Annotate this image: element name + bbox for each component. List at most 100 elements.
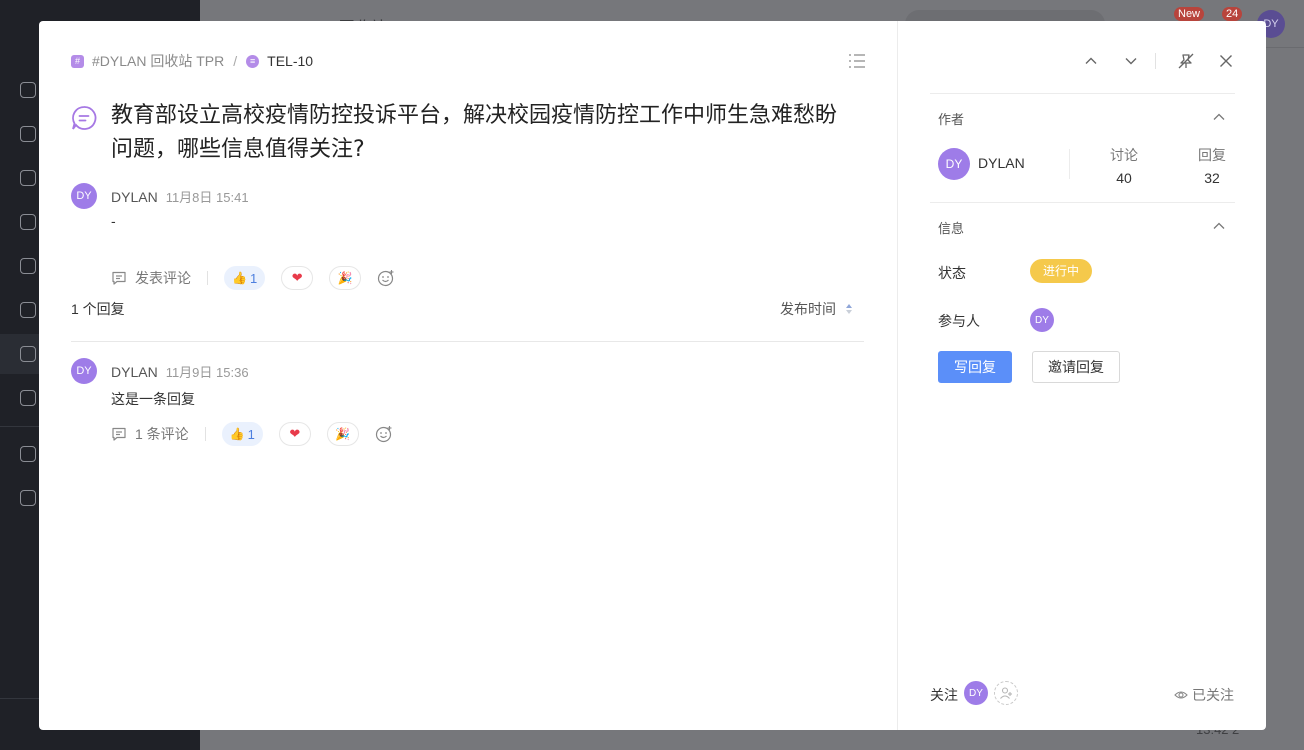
home-icon xyxy=(20,82,36,98)
toolbar-separator xyxy=(1155,53,1156,69)
heart-icon: ❤ xyxy=(291,270,303,285)
sort-arrows-icon xyxy=(846,304,852,314)
outline-list-icon[interactable] xyxy=(848,53,866,69)
close-button[interactable] xyxy=(1216,51,1236,71)
reply-label: 回复 xyxy=(1198,147,1226,163)
participant-avatar[interactable]: DY xyxy=(1030,308,1054,332)
discuss-label: 讨论 xyxy=(1110,147,1138,163)
chevron-up-icon[interactable] xyxy=(1212,219,1226,233)
reply-party-reaction[interactable]: 🎉 xyxy=(326,422,359,446)
book-icon xyxy=(20,258,36,274)
post-date: 11月8日 15:41 xyxy=(165,190,249,205)
background-new-badge: New xyxy=(1174,7,1205,21)
comment-icon xyxy=(112,271,126,285)
box-icon xyxy=(20,490,36,506)
post-heart-reaction[interactable]: ❤ xyxy=(281,266,314,290)
pin-icon xyxy=(1178,53,1194,69)
breadcrumb-separator: / xyxy=(233,53,238,69)
action-separator xyxy=(207,271,208,285)
lab-icon xyxy=(20,214,36,230)
post-meta: DYLAN 11月8日 15:41 xyxy=(111,187,249,206)
apps-icon xyxy=(20,126,36,142)
robot-icon xyxy=(20,390,36,406)
add-reaction-icon[interactable] xyxy=(375,425,393,443)
topic-content-pane: # #DYLAN 回收站 TPR / ≡ TEL-10 教育部设立高校疫情防控投… xyxy=(39,21,897,730)
reply-count: 1 个回复 xyxy=(71,301,125,317)
replies-header: 1 个回复 发布时间 xyxy=(71,299,864,319)
topic-title: 教育部设立高校疫情防控投诉平台，解决校园疫情防控工作中师生急难愁盼问题，哪些信息… xyxy=(111,103,838,162)
participants-label: 参与人 xyxy=(938,313,980,329)
reply-actions: 1 条评论 👍 1 ❤ 🎉 xyxy=(111,422,393,446)
reply-author: DYLAN xyxy=(111,364,158,380)
tasks-icon xyxy=(20,170,36,186)
avatar[interactable]: DY xyxy=(71,358,97,384)
reply-stat: 回复 32 xyxy=(1182,145,1242,186)
bag-icon xyxy=(20,302,36,318)
section-divider xyxy=(930,93,1235,94)
reply-comment-label: 1 条评论 xyxy=(135,426,189,442)
followed-toggle[interactable]: 已关注 xyxy=(1174,685,1234,705)
reply-heart-reaction[interactable]: ❤ xyxy=(278,422,311,446)
post-like-count: 1 xyxy=(249,270,258,286)
close-icon xyxy=(1220,55,1232,67)
tag-icon xyxy=(20,346,36,362)
status-label: 状态 xyxy=(938,265,966,281)
reply-comment-button[interactable]: 1 条评论 xyxy=(111,424,189,444)
post-body: - xyxy=(111,213,116,229)
add-reaction-icon[interactable] xyxy=(377,269,395,287)
party-popper-icon: 🎉 xyxy=(335,427,351,441)
stat-separator xyxy=(1069,149,1070,179)
next-topic-button[interactable] xyxy=(1121,51,1141,71)
discuss-count: 40 xyxy=(1116,170,1132,186)
chevron-up-icon[interactable] xyxy=(1212,110,1226,124)
background-count-badge: 24 xyxy=(1222,7,1243,21)
chevron-up-icon xyxy=(1085,57,1097,64)
topic-icon: ≡ xyxy=(246,54,260,68)
status-badge[interactable]: 进行中 xyxy=(1030,259,1093,283)
breadcrumb-current: TEL-10 xyxy=(267,53,314,69)
follow-label: 关注 xyxy=(930,687,958,703)
chevron-down-icon xyxy=(1125,58,1137,65)
post-comment-label: 发表评论 xyxy=(135,270,191,286)
author-avatar[interactable]: DY xyxy=(938,148,970,180)
party-popper-icon: 🎉 xyxy=(337,271,353,285)
topic-info-pane: 作者 DY DYLAN 讨论 40 回复 32 信息 状态 进行中 参与人 DY… xyxy=(897,21,1266,730)
info-section-title: 信息 xyxy=(938,221,965,236)
unpin-button[interactable] xyxy=(1176,51,1196,71)
post-like-reaction[interactable]: 👍 1 xyxy=(224,266,266,290)
follower-avatar[interactable]: DY xyxy=(964,681,988,705)
add-user-icon xyxy=(1000,687,1012,699)
section-divider xyxy=(930,202,1235,203)
add-follower-button[interactable] xyxy=(994,681,1018,705)
replies-divider xyxy=(71,341,864,342)
channel-icon: # xyxy=(71,54,84,68)
previous-topic-button[interactable] xyxy=(1081,51,1101,71)
reply-date: 11月9日 15:36 xyxy=(165,365,249,380)
discussion-icon xyxy=(72,106,97,130)
comment-icon xyxy=(112,427,126,441)
write-reply-button[interactable]: 写回复 xyxy=(938,351,1012,383)
followed-label: 已关注 xyxy=(1192,687,1234,703)
reply-like-count: 1 xyxy=(247,426,255,442)
sort-by-publish-time[interactable]: 发布时间 xyxy=(780,299,852,319)
invite-reply-button[interactable]: 邀请回复 xyxy=(1032,351,1120,383)
post-party-reaction[interactable]: 🎉 xyxy=(329,266,362,290)
post-actions: 发表评论 👍 1 ❤ 🎉 xyxy=(111,266,395,290)
thumbs-up-icon: 👍 xyxy=(229,427,245,441)
reply-like-reaction[interactable]: 👍 1 xyxy=(221,422,263,446)
sort-label: 发布时间 xyxy=(780,301,836,317)
reply-meta: DYLAN 11月9日 15:36 xyxy=(111,362,249,381)
avatar[interactable]: DY xyxy=(71,183,97,209)
discuss-stat: 讨论 40 xyxy=(1094,145,1154,186)
reply-body: 这是一条回复 xyxy=(111,392,195,408)
reply-stat-count: 32 xyxy=(1204,170,1220,186)
breadcrumb: # #DYLAN 回收站 TPR / ≡ TEL-10 xyxy=(71,52,313,70)
post-author: DYLAN xyxy=(111,189,158,205)
topic-detail-modal: # #DYLAN 回收站 TPR / ≡ TEL-10 教育部设立高校疫情防控投… xyxy=(39,21,1266,730)
modal-toolbar xyxy=(1061,51,1236,71)
post-comment-button[interactable]: 发表评论 xyxy=(111,268,191,288)
eye-icon xyxy=(1174,691,1188,699)
author-name: DYLAN xyxy=(978,155,1025,171)
breadcrumb-channel[interactable]: #DYLAN 回收站 TPR xyxy=(92,51,224,71)
thumbs-up-icon: 👍 xyxy=(232,271,247,285)
